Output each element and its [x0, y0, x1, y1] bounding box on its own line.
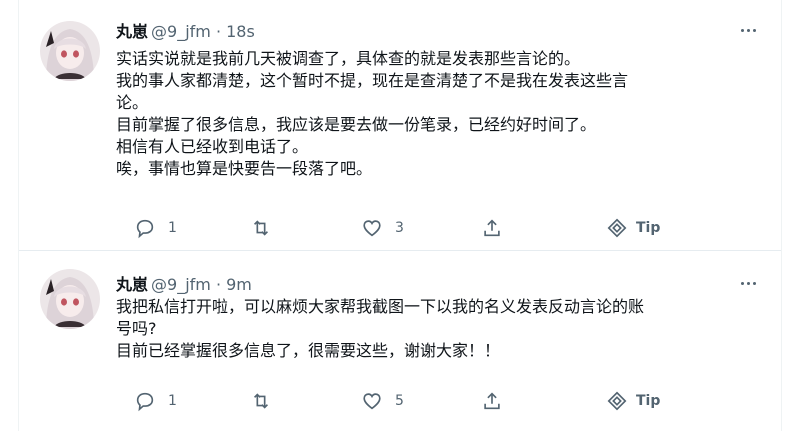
heart-icon — [363, 393, 381, 410]
tweet-header: 丸崽 @9_jfm · 9m — [116, 275, 252, 295]
like-count: 5 — [395, 393, 404, 409]
tip-button[interactable]: Tip — [606, 389, 660, 413]
like-button[interactable]: 3 — [361, 216, 404, 240]
author-handle-time[interactable]: @9_jfm · 18s — [151, 22, 255, 41]
reply-count: 1 — [168, 393, 177, 409]
tip-icon — [607, 391, 627, 411]
tweet-line: 唉，事情也算是快要告一段落了吧。 — [116, 159, 373, 178]
tweet-line: 我的事人家都清楚，这个暂时不提，现在是查清楚了不是我在发表这些言 — [116, 71, 629, 90]
tweet-actions: 1 5 Tip — [116, 389, 676, 413]
reply-button[interactable]: 1 — [134, 216, 177, 240]
reply-count: 1 — [168, 220, 177, 236]
share-icon — [484, 392, 500, 410]
tweet-line: 目前掌握了很多信息，我应该是要去做一份笔录，已经约好时间了。 — [116, 115, 597, 134]
tweet-text: 我把私信打开啦，可以麻烦大家帮我截图一下以我的名义发表反动言论的账 号吗? 目前… — [116, 296, 766, 362]
author-name[interactable]: 丸崽 — [116, 275, 148, 294]
author-name[interactable]: 丸崽 — [116, 22, 148, 41]
share-button[interactable] — [481, 389, 503, 413]
tip-label: Tip — [636, 220, 661, 236]
tip-label: Tip — [636, 393, 661, 409]
heart-icon — [363, 220, 381, 237]
author-handle-time[interactable]: @9_jfm · 9m — [151, 275, 252, 294]
like-button[interactable]: 5 — [361, 389, 404, 413]
tweet-line: 相信有人已经收到电话了。 — [116, 137, 309, 156]
tip-icon — [607, 218, 627, 238]
avatar[interactable] — [40, 269, 100, 329]
timeline: 丸崽 @9_jfm · 18s 实话实说就是我前几天被调查了，具体查的就是发表那些… — [18, 0, 782, 431]
reply-icon — [136, 219, 154, 239]
tweet-text: 实话实说就是我前几天被调查了，具体查的就是发表那些言论的。 我的事人家都清楚，这… — [116, 48, 766, 180]
tweet-header: 丸崽 @9_jfm · 18s — [116, 22, 255, 42]
avatar[interactable] — [40, 21, 100, 81]
retweet-button[interactable] — [250, 389, 284, 413]
tweet[interactable]: 丸崽 @9_jfm · 18s 实话实说就是我前几天被调查了，具体查的就是发表那些… — [19, 0, 781, 251]
more-icon[interactable] — [733, 20, 763, 40]
tweet-line: 我把私信打开啦，可以麻烦大家帮我截图一下以我的名义发表反动言论的账 — [116, 297, 645, 316]
tweet-line: 论。 — [116, 93, 149, 112]
share-button[interactable] — [481, 216, 503, 240]
more-icon[interactable] — [733, 273, 763, 293]
reply-icon — [136, 392, 154, 412]
tweet-line: 目前已经掌握很多信息了，很需要这些，谢谢大家！！ — [116, 341, 501, 360]
tweet[interactable]: 丸崽 @9_jfm · 9m 我把私信打开啦，可以麻烦大家帮我截图一下以我的名义发… — [19, 251, 781, 431]
share-icon — [484, 219, 500, 237]
retweet-icon — [253, 393, 269, 409]
tweet-actions: 1 3 Tip — [116, 216, 676, 240]
retweet-icon — [253, 220, 269, 236]
reply-button[interactable]: 1 — [134, 389, 177, 413]
tip-button[interactable]: Tip — [606, 216, 660, 240]
retweet-button[interactable] — [250, 216, 284, 240]
like-count: 3 — [395, 220, 404, 236]
tweet-line: 号吗? — [116, 319, 157, 338]
tweet-line: 实话实说就是我前几天被调查了，具体查的就是发表那些言论的。 — [116, 49, 581, 68]
